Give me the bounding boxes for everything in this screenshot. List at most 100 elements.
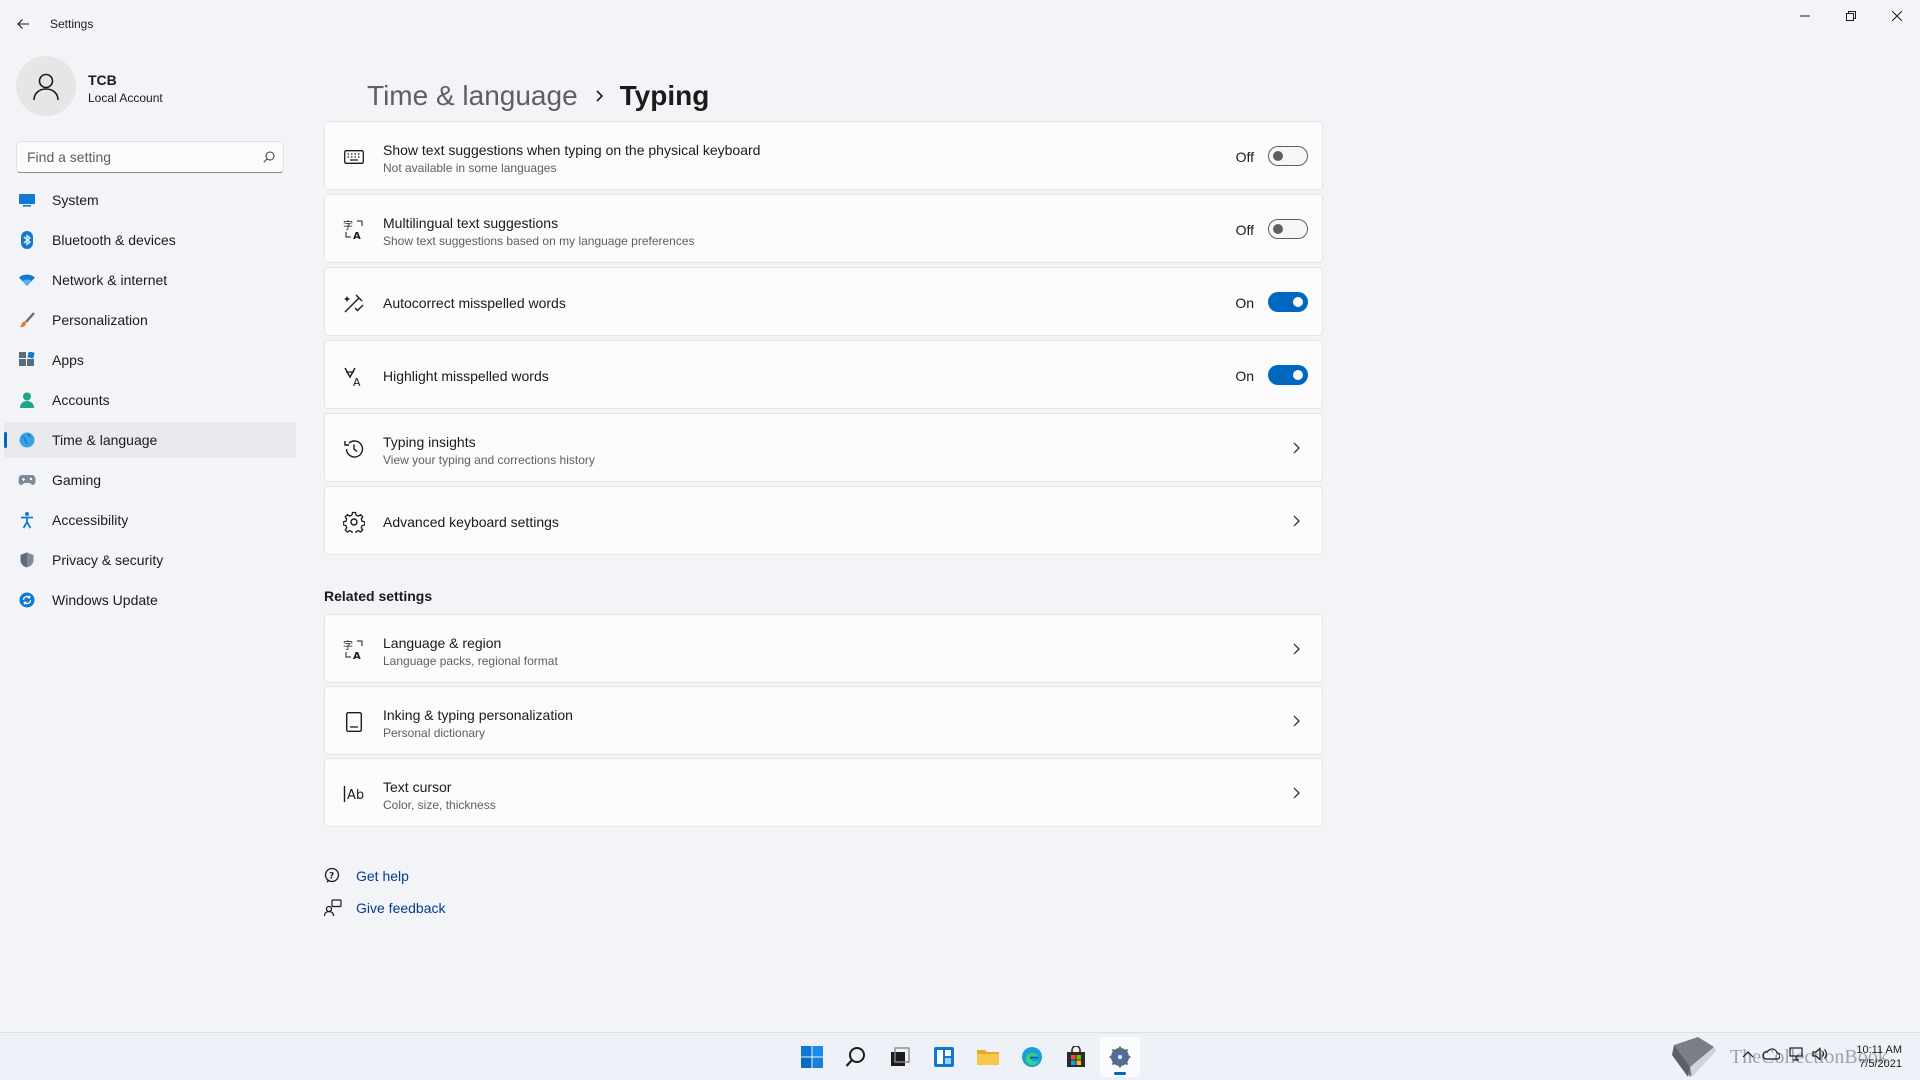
- sidebar-item-windows-update[interactable]: Windows Update: [4, 582, 296, 618]
- sidebar-nav: System Bluetooth & devices Network & int…: [4, 182, 296, 622]
- svg-text:Ab: Ab: [347, 788, 364, 803]
- edge-icon[interactable]: [1012, 1037, 1052, 1077]
- sidebar-item-personalization[interactable]: Personalization: [4, 302, 296, 338]
- profile-name: TCB: [88, 72, 117, 88]
- get-help-label[interactable]: Get help: [356, 868, 409, 884]
- apps-icon: [18, 351, 36, 369]
- setting-title: Show text suggestions when typing on the…: [383, 142, 761, 158]
- setting-subtitle: Show text suggestions based on my langua…: [383, 234, 695, 248]
- related-inking-typing[interactable]: Inking & typing personalization Personal…: [324, 686, 1323, 755]
- chevron-right-icon: [1292, 643, 1300, 655]
- breadcrumb: Time & language Typing: [367, 76, 709, 116]
- sidebar-item-label: System: [52, 192, 99, 208]
- gamepad-icon: [18, 471, 36, 489]
- language-icon: 字A: [343, 219, 365, 241]
- settings-icon[interactable]: [1100, 1037, 1140, 1077]
- setting-title: Highlight misspelled words: [383, 368, 549, 384]
- related-settings-heading: Related settings: [324, 588, 433, 604]
- file-explorer-icon[interactable]: [968, 1037, 1008, 1077]
- text-cursor-icon: Ab: [343, 783, 365, 805]
- widgets-icon[interactable]: [924, 1037, 964, 1077]
- sidebar-item-time-language[interactable]: Time & language: [4, 422, 296, 458]
- clock-date: 7/5/2021: [1859, 1058, 1902, 1070]
- breadcrumb-parent[interactable]: Time & language: [367, 80, 578, 112]
- sidebar-item-network[interactable]: Network & internet: [4, 262, 296, 298]
- toggle-state-label: On: [1235, 368, 1254, 384]
- person-icon: [18, 391, 36, 409]
- chevron-right-icon: [594, 89, 604, 103]
- book-icon: [1672, 1037, 1716, 1077]
- minimize-icon: [1800, 15, 1810, 17]
- give-feedback-label[interactable]: Give feedback: [356, 900, 446, 916]
- network-icon[interactable]: [1788, 1047, 1804, 1061]
- toggle-state-label: On: [1235, 295, 1254, 311]
- volume-icon[interactable]: [1812, 1047, 1828, 1061]
- setting-title: Inking & typing personalization: [383, 707, 573, 723]
- system-tray: [1742, 1047, 1828, 1061]
- setting-advanced-keyboard[interactable]: Advanced keyboard settings: [324, 486, 1323, 555]
- system-icon: [18, 191, 36, 209]
- page-title: Typing: [619, 80, 710, 111]
- language-icon: 字A: [343, 639, 365, 661]
- brush-icon: [18, 311, 36, 329]
- restore-icon: [1846, 11, 1856, 21]
- store-icon[interactable]: [1056, 1037, 1096, 1077]
- search-icon[interactable]: [836, 1037, 876, 1077]
- sidebar-item-gaming[interactable]: Gaming: [4, 462, 296, 498]
- svg-text:字: 字: [343, 219, 353, 232]
- avatar: [16, 56, 76, 116]
- text-suggestions-toggle[interactable]: [1268, 146, 1308, 166]
- window-controls: [1782, 0, 1920, 32]
- svg-text:A: A: [353, 231, 361, 241]
- keyboard-icon: [343, 146, 365, 168]
- highlight-misspelled-toggle[interactable]: [1268, 365, 1308, 385]
- sidebar-item-label: Accounts: [52, 392, 110, 408]
- setting-subtitle: Language packs, regional format: [383, 654, 558, 668]
- autocorrect-icon: [343, 292, 365, 314]
- sidebar-item-accounts[interactable]: Accounts: [4, 382, 296, 418]
- search-icon[interactable]: [263, 151, 275, 163]
- sidebar-item-privacy[interactable]: Privacy & security: [4, 542, 296, 578]
- multilingual-suggestions-toggle[interactable]: [1268, 219, 1308, 239]
- accessibility-icon: [18, 511, 36, 529]
- sidebar-item-apps[interactable]: Apps: [4, 342, 296, 378]
- sidebar-item-accessibility[interactable]: Accessibility: [4, 502, 296, 538]
- back-button[interactable]: [11, 12, 35, 36]
- sidebar-item-bluetooth[interactable]: Bluetooth & devices: [4, 222, 296, 258]
- chevron-right-icon: [1292, 787, 1300, 799]
- sidebar-item-system[interactable]: System: [4, 182, 296, 218]
- setting-subtitle: Personal dictionary: [383, 726, 486, 740]
- start-icon[interactable]: [792, 1037, 832, 1077]
- svg-text:A: A: [353, 376, 361, 387]
- clock[interactable]: 10:11 AM 7/5/2021: [1856, 1043, 1902, 1071]
- toggle-knob: [1273, 151, 1283, 161]
- clock-time: 10:11 AM: [1856, 1044, 1902, 1056]
- chevron-right-icon: [1292, 442, 1300, 454]
- sidebar-item-label: Bluetooth & devices: [52, 232, 176, 248]
- give-feedback-link[interactable]: Give feedback: [324, 892, 446, 924]
- update-icon: [18, 591, 36, 609]
- get-help-link[interactable]: ? Get help: [324, 860, 446, 892]
- setting-text-suggestions: Show text suggestions when typing on the…: [324, 121, 1323, 190]
- title-bar: Settings: [0, 0, 1920, 48]
- user-profile[interactable]: TCB Local Account: [16, 56, 296, 118]
- setting-title: Text cursor: [383, 779, 452, 795]
- autocorrect-toggle[interactable]: [1268, 292, 1308, 312]
- minimize-button[interactable]: [1782, 0, 1828, 32]
- setting-typing-insights[interactable]: Typing insights View your typing and cor…: [324, 413, 1323, 482]
- related-language-region[interactable]: 字A Language & region Language packs, reg…: [324, 614, 1323, 683]
- search-input[interactable]: [17, 142, 247, 172]
- task-view-icon[interactable]: [880, 1037, 920, 1077]
- setting-subtitle: View your typing and corrections history: [383, 453, 595, 467]
- window-title: Settings: [50, 17, 94, 31]
- restore-button[interactable]: [1828, 0, 1874, 32]
- help-chat-icon: ?: [324, 867, 342, 885]
- close-button[interactable]: [1874, 0, 1920, 32]
- chevron-up-icon[interactable]: [1742, 1050, 1754, 1058]
- sidebar-item-label: Windows Update: [52, 592, 158, 608]
- shield-icon: [18, 551, 36, 569]
- setting-title: Typing insights: [383, 434, 476, 450]
- toggle-state-label: Off: [1235, 149, 1254, 165]
- related-text-cursor[interactable]: Ab Text cursor Color, size, thickness: [324, 758, 1323, 827]
- cloud-icon[interactable]: [1762, 1048, 1780, 1060]
